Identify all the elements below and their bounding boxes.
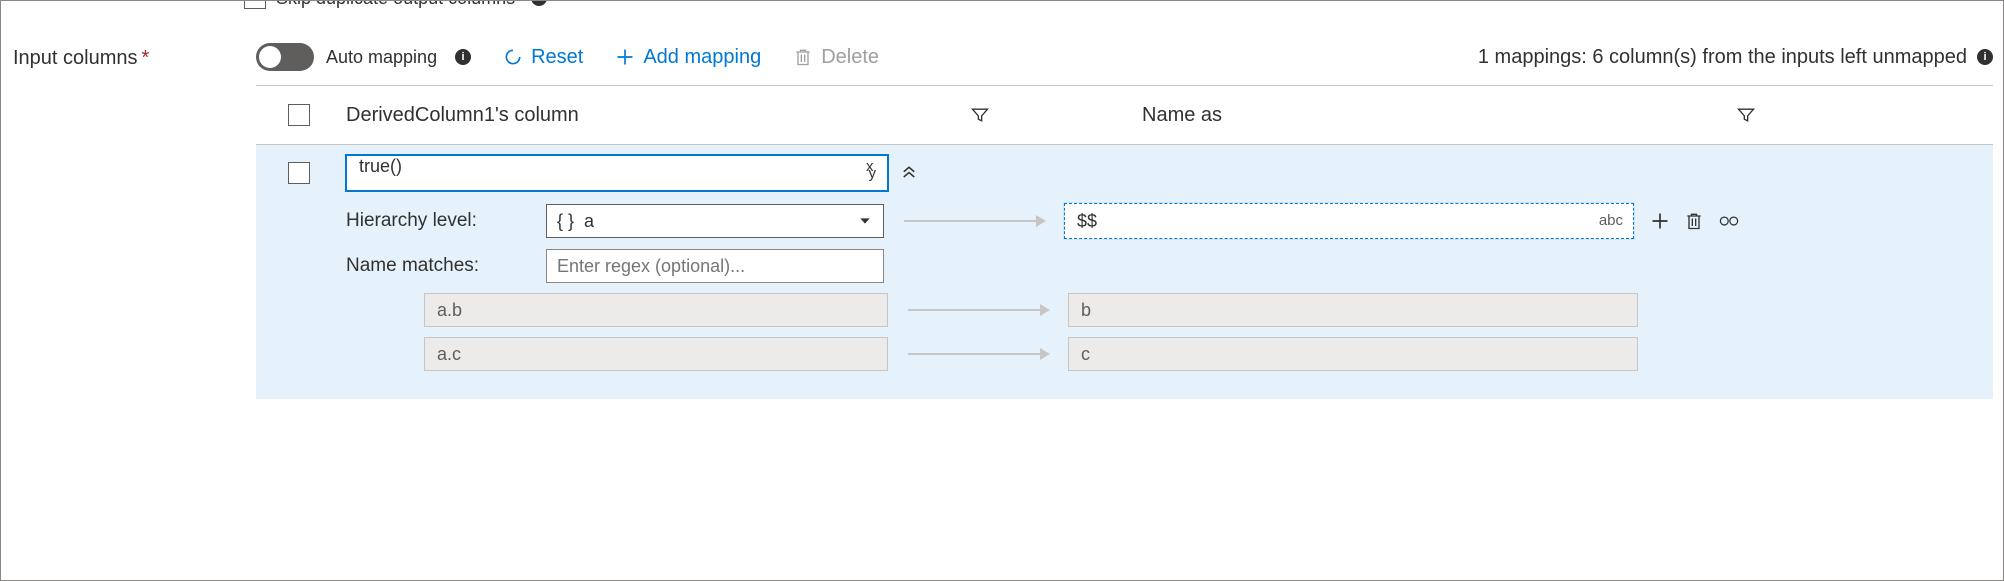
delete-rule-button[interactable] [1684, 211, 1704, 231]
info-icon[interactable]: i [531, 0, 547, 6]
skip-duplicate-checkbox[interactable] [244, 0, 266, 9]
skip-duplicate-label: Skip duplicate output columns [276, 0, 515, 9]
name-matches-label: Name matches: [346, 255, 546, 277]
mapping-toolbar: Auto mapping i Reset Add mapping [256, 29, 1993, 85]
select-all-checkbox-wrap [288, 104, 310, 126]
input-columns-label: Input columns [13, 47, 138, 69]
trash-icon [1684, 211, 1704, 231]
reset-label: Reset [531, 46, 583, 69]
mapping-arrow [888, 353, 1068, 355]
match-expression-value: true() [359, 156, 402, 176]
select-all-checkbox[interactable] [288, 104, 310, 126]
input-columns-section: Input columns* Auto mapping i [1, 29, 2003, 399]
section-label-cell: Input columns* [1, 29, 256, 70]
grid-header-col1: DerivedColumn1's column [346, 104, 990, 127]
skip-duplicate-option: Skip duplicate output columns i [244, 0, 547, 9]
delete-label: Delete [821, 46, 879, 69]
name-matches-input[interactable] [546, 249, 884, 283]
string-type-badge: abc [1599, 212, 1623, 229]
info-icon[interactable]: i [455, 49, 471, 65]
example-mapping-row: a.b b [424, 293, 1983, 327]
grid-header-col2: Name as [1142, 104, 1756, 127]
expression-builder-icon[interactable]: xy [866, 162, 877, 179]
mapping-status: 1 mappings: 6 column(s) from the inputs … [1478, 46, 1993, 69]
required-asterisk: * [142, 47, 150, 69]
hierarchy-braces-icon: { } [557, 211, 574, 232]
auto-mapping-toggle[interactable] [256, 43, 314, 71]
mapping-rule-body: true() xy Hierarchy level: [256, 144, 1993, 399]
example-target: c [1068, 337, 1638, 371]
arrow-icon [908, 309, 1048, 311]
reset-button[interactable]: Reset [503, 46, 583, 69]
add-mapping-button[interactable]: Add mapping [615, 46, 761, 69]
filter-icon[interactable] [970, 105, 990, 125]
example-source: a.c [424, 337, 888, 371]
toggle-knob [259, 46, 281, 68]
arrow-icon [904, 220, 1044, 222]
example-mapping-row: a.c c [424, 337, 1983, 371]
name-matches-row: Name matches: [346, 249, 1983, 283]
mapping-area: Auto mapping i Reset Add mapping [256, 29, 2003, 399]
hierarchy-level-value: a [584, 211, 594, 232]
mapping-arrow [888, 309, 1068, 311]
mapping-status-text: 1 mappings: 6 column(s) from the inputs … [1478, 46, 1967, 69]
grid-header-col2-label: Name as [1142, 104, 1736, 127]
filter-icon[interactable] [1736, 105, 1756, 125]
example-source: a.b [424, 293, 888, 327]
auto-mapping-label: Auto mapping [326, 47, 437, 68]
trash-icon [793, 47, 813, 67]
name-as-input[interactable]: $$ abc [1064, 203, 1634, 239]
hierarchy-level-row: Hierarchy level: { } a $$ [346, 203, 1983, 239]
hierarchy-level-select[interactable]: { } a [546, 204, 884, 238]
reset-icon [503, 47, 523, 67]
match-expression-input[interactable]: true() xy [346, 155, 888, 191]
plus-icon [1650, 211, 1670, 231]
chevron-double-up-icon [900, 162, 918, 180]
arrow-icon [908, 353, 1048, 355]
info-icon[interactable]: i [1977, 49, 1993, 65]
link-icon [1718, 211, 1740, 231]
mapping-grid-header: DerivedColumn1's column Name as [256, 86, 1993, 144]
field-grid: Hierarchy level: { } a $$ [346, 203, 1983, 283]
mapping-arrow [884, 220, 1064, 222]
row-checkbox-wrap [288, 162, 310, 184]
mapping-rule-top-row: true() xy [288, 155, 1983, 191]
settings-panel-frame: Skip duplicate output columns i Input co… [0, 0, 2004, 581]
add-mapping-label: Add mapping [643, 46, 761, 69]
delete-button: Delete [793, 46, 879, 69]
chevron-down-icon [857, 213, 873, 234]
grid-header-col1-label: DerivedColumn1's column [346, 104, 970, 127]
auto-mapping-toggle-group: Auto mapping i [256, 43, 471, 71]
example-target: b [1068, 293, 1638, 327]
plus-icon [615, 47, 635, 67]
link-rule-button[interactable] [1718, 211, 1740, 231]
row-actions [1650, 211, 1740, 231]
add-rule-button[interactable] [1650, 211, 1670, 231]
name-as-value: $$ [1077, 211, 1097, 232]
collapse-icon[interactable] [900, 162, 918, 185]
row-select-checkbox[interactable] [288, 162, 310, 184]
hierarchy-level-label: Hierarchy level: [346, 210, 546, 232]
